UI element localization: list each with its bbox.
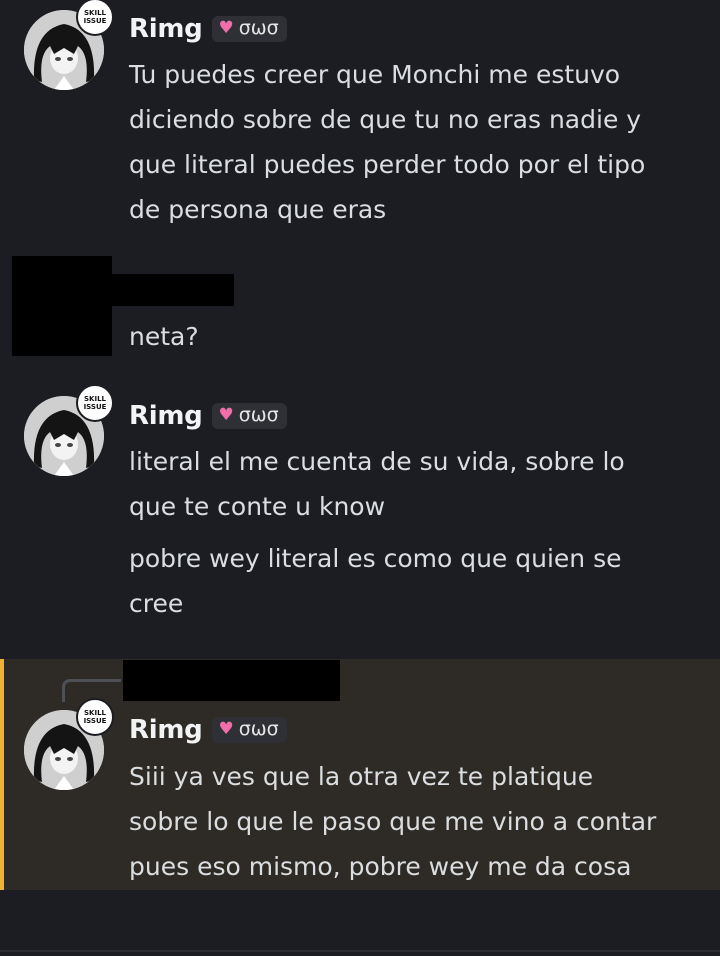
message-content: Siii ya ves que la otra vez te platique … bbox=[129, 754, 704, 889]
pink-heart-icon: ♥ bbox=[218, 17, 234, 38]
username[interactable]: Rimg bbox=[129, 715, 203, 745]
message-group-3: SKILL ISSUE Rimg ♥ σωσ literal el me cuen… bbox=[0, 384, 720, 636]
message-line: pues eso mismo, pobre wey me da cosa bbox=[129, 852, 632, 881]
message-line: cree bbox=[129, 589, 184, 618]
message-group-1: SKILL ISSUE Rimg ♥ σωσ Tu puedes creer qu… bbox=[0, 0, 720, 240]
message-line: que literal puedes perder todo por el ti… bbox=[129, 150, 646, 179]
redacted-avatar bbox=[12, 256, 112, 356]
pink-heart-icon: ♥ bbox=[218, 404, 234, 425]
message-line: de persona que eras bbox=[129, 195, 387, 224]
skill-issue-badge: SKILL ISSUE bbox=[76, 698, 114, 736]
guild-tag[interactable]: ♥ σωσ bbox=[212, 717, 287, 743]
guild-tag[interactable]: ♥ σωσ bbox=[212, 16, 287, 42]
guild-tag[interactable]: ♥ σωσ bbox=[212, 403, 287, 429]
message-group-2: neta? bbox=[0, 250, 720, 370]
avatar[interactable]: SKILL ISSUE bbox=[24, 384, 114, 476]
message-header: Rimg ♥ σωσ bbox=[129, 401, 287, 431]
message-line: literal el me cuenta de su vida, sobre l… bbox=[129, 447, 625, 476]
username[interactable]: Rimg bbox=[129, 14, 203, 44]
skill-issue-badge: SKILL ISSUE bbox=[76, 384, 114, 422]
guild-tag-text: σωσ bbox=[238, 404, 279, 426]
message-content: pobre wey literal es como que quien se c… bbox=[129, 536, 704, 626]
username[interactable]: Rimg bbox=[129, 401, 203, 431]
divider bbox=[0, 950, 720, 952]
guild-tag-text: σωσ bbox=[238, 17, 279, 39]
message-content: neta? bbox=[129, 314, 704, 359]
guild-tag-text: σωσ bbox=[238, 718, 279, 740]
message-content: literal el me cuenta de su vida, sobre l… bbox=[129, 439, 704, 529]
message-header: Rimg ♥ σωσ bbox=[129, 14, 287, 44]
message-line: neta? bbox=[129, 322, 199, 351]
message-line: sobre lo que le paso que me vino a conta… bbox=[129, 807, 657, 836]
pink-heart-icon: ♥ bbox=[218, 718, 234, 739]
message-line: pobre wey literal es como que quien se bbox=[129, 544, 622, 573]
message-line: Siii ya ves que la otra vez te platique bbox=[129, 762, 594, 791]
message-header: Rimg ♥ σωσ bbox=[129, 715, 287, 745]
avatar[interactable]: SKILL ISSUE bbox=[24, 0, 114, 90]
redacted-username bbox=[112, 274, 234, 306]
redacted-reply-preview[interactable] bbox=[123, 660, 340, 701]
message-group-4: SKILL ISSUE Rimg ♥ σωσ Siii ya ves que la… bbox=[0, 698, 720, 890]
message-line: diciendo sobre de que tu no eras nadie y bbox=[129, 105, 642, 134]
message-line: que te conte u know bbox=[129, 492, 386, 521]
message-line: Tu puedes creer que Monchi me estuvo bbox=[129, 60, 621, 89]
avatar[interactable]: SKILL ISSUE bbox=[24, 698, 114, 790]
skill-issue-badge: SKILL ISSUE bbox=[76, 0, 114, 36]
message-content: Tu puedes creer que Monchi me estuvo dic… bbox=[129, 52, 704, 232]
